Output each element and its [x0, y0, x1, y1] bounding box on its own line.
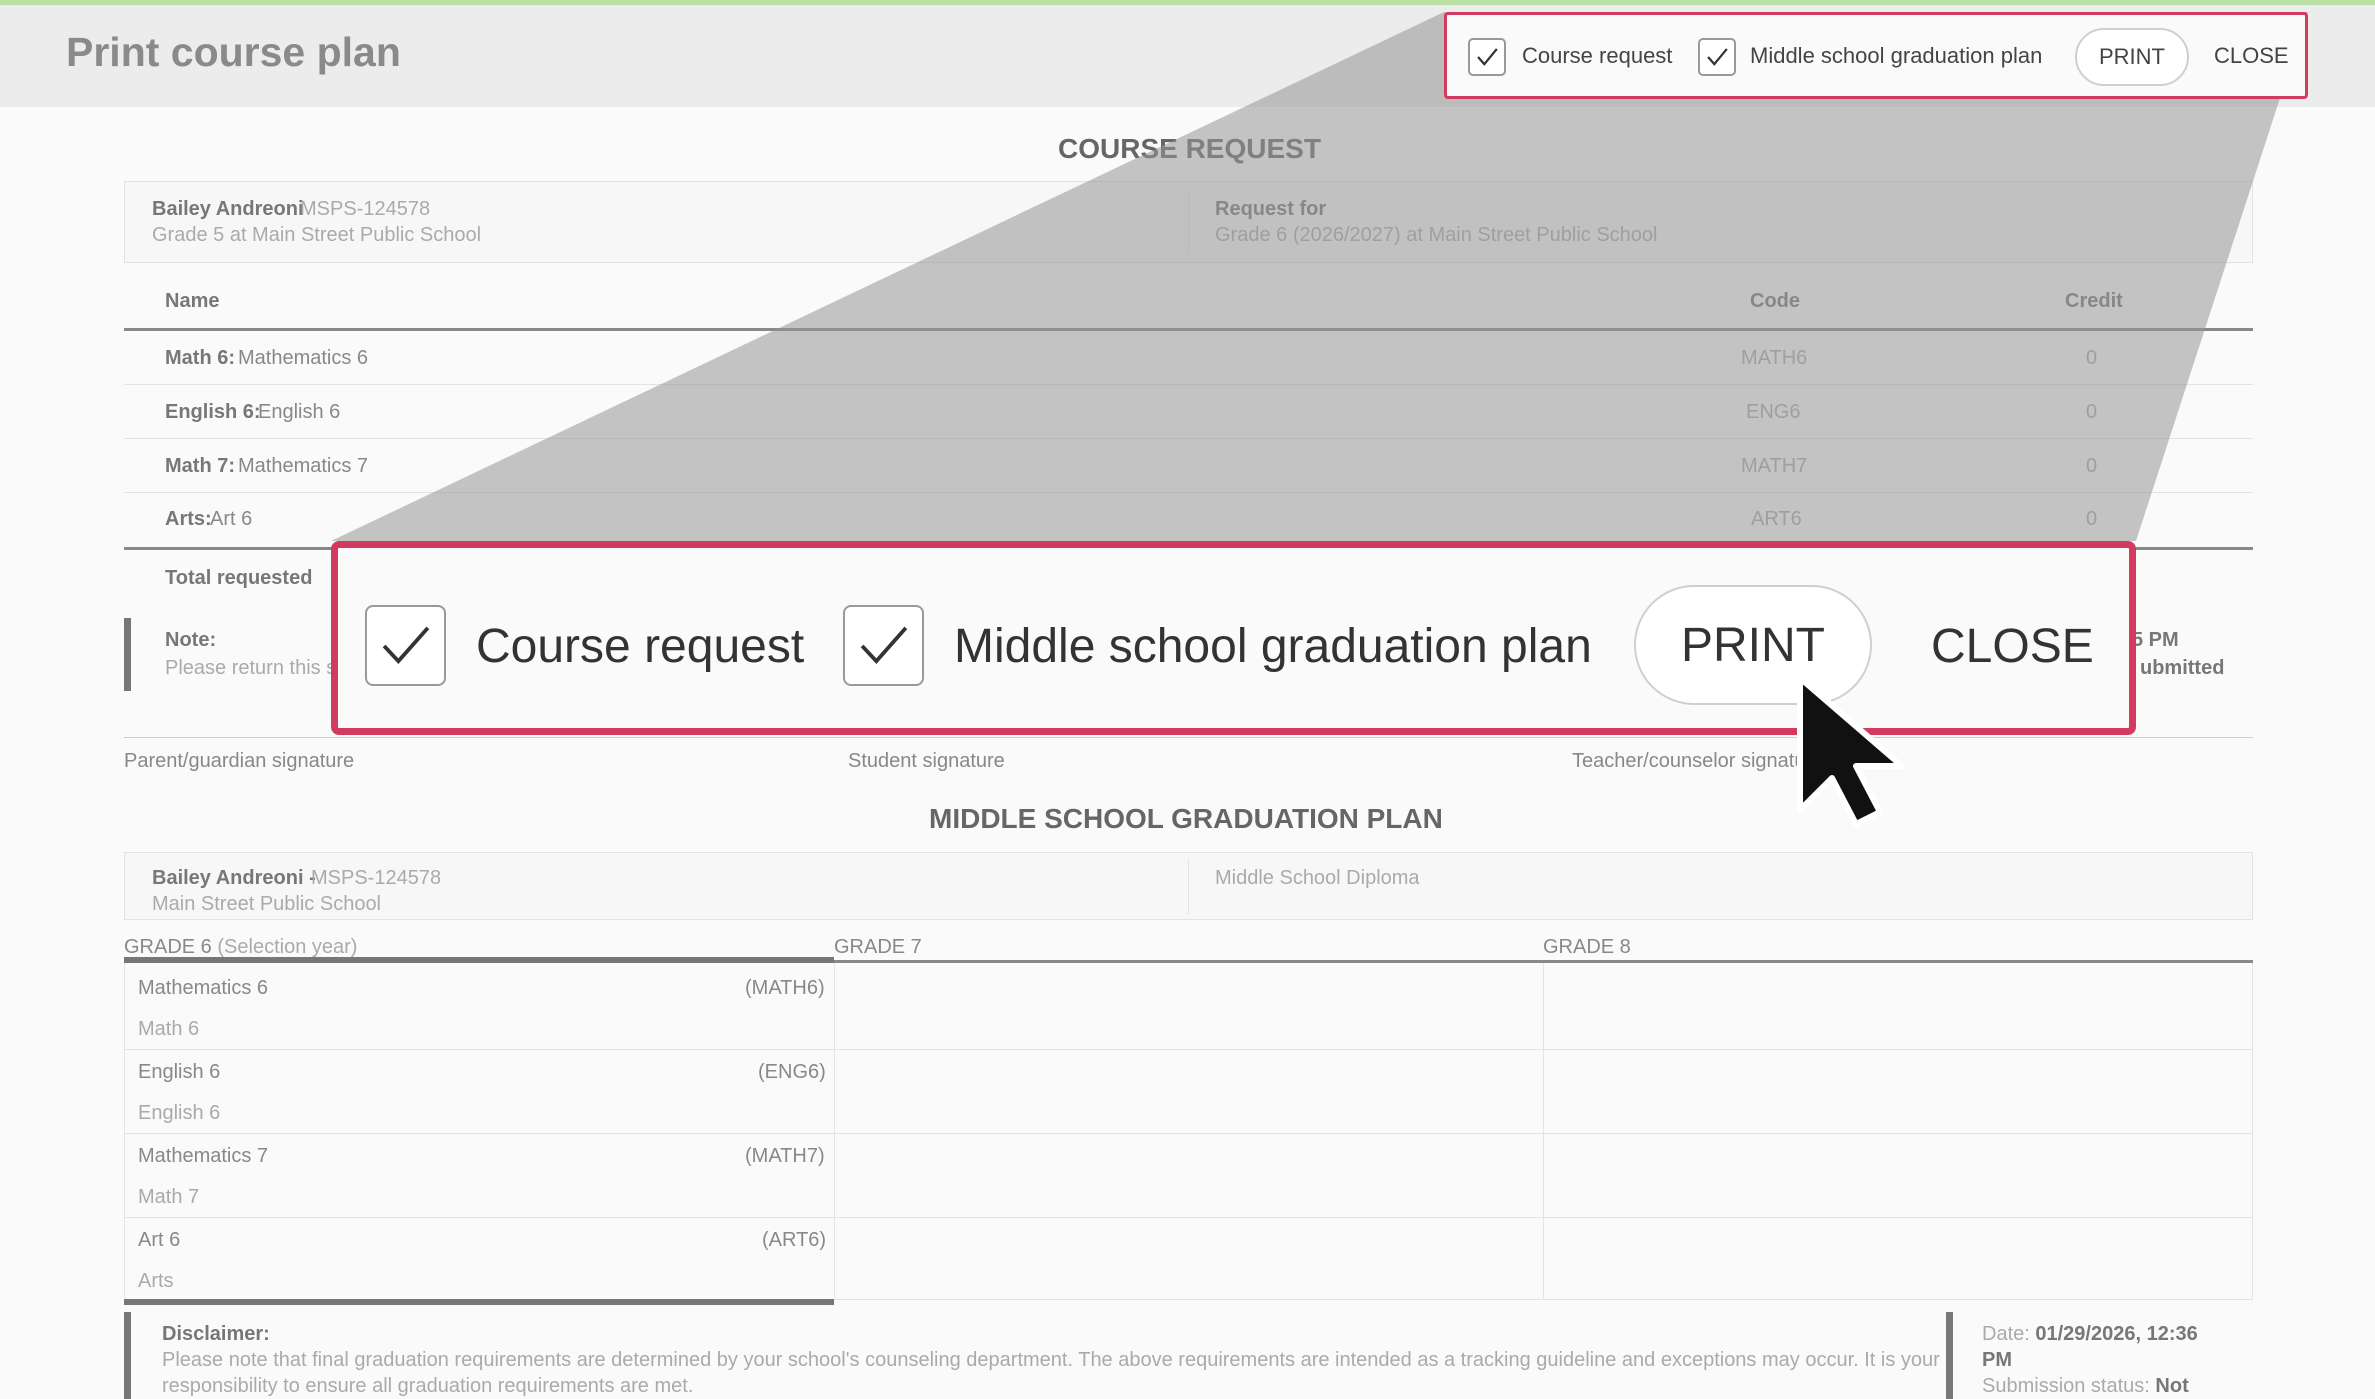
signature-student: Student signature: [848, 750, 1005, 772]
note-label: Note:: [165, 629, 217, 651]
check-icon: [1477, 48, 1498, 66]
grad-school: Main Street Public School: [152, 893, 382, 915]
signature-parent: Parent/guardian signature: [124, 750, 355, 772]
grad-student-id: MSPS-124578: [311, 867, 442, 889]
course-request-title: COURSE REQUEST: [1058, 133, 1321, 164]
page-title: Print course plan: [66, 29, 401, 75]
course-request-checkbox[interactable]: [1468, 38, 1506, 76]
disclaimer-line2: responsibility to ensure all graduation …: [162, 1375, 694, 1397]
check-icon: [382, 626, 430, 665]
graduation-plan-title: MIDDLE SCHOOL GRADUATION PLAN: [929, 803, 1443, 834]
mouse-pointer-icon: [1797, 675, 1905, 827]
zoom-course-request-checkbox[interactable]: [365, 605, 446, 686]
signature-teacher: Teacher/counselor signature: [1572, 750, 1824, 772]
grade-grid: [124, 963, 2253, 1299]
column-header-code: Code: [1750, 290, 1800, 312]
graduation-plan-label[interactable]: Middle school graduation plan: [1750, 43, 2042, 69]
student-grade: Grade 5 at Main Street Public School: [152, 224, 482, 246]
header-controls-highlight: Course request Middle school graduation …: [1444, 12, 2308, 99]
date-bar: [1946, 1312, 1953, 1399]
graduation-info-box: Bailey Andreoni - MSPS-124578 Main Stree…: [124, 852, 2253, 920]
course-request-label[interactable]: Course request: [1522, 43, 1672, 69]
note-bar: [124, 618, 131, 691]
submission-status: Submission status: Not: [1982, 1375, 2189, 1397]
date-line: Date: 01/29/2026, 12:36: [1982, 1323, 2198, 1345]
zoom-graduation-plan-checkbox[interactable]: [843, 605, 924, 686]
note-text: Please return this s: [165, 657, 337, 679]
grade6-label: GRADE 6 (Selection year): [124, 936, 358, 958]
disclaimer-bar: [124, 1312, 131, 1399]
check-icon: [1707, 48, 1728, 66]
total-requested-label: Total requested: [165, 567, 313, 589]
request-for-label: Request for: [1215, 198, 1327, 220]
request-for-value: Grade 6 (2026/2027) at Main Street Publi…: [1215, 224, 1658, 246]
student-name: Bailey Andreoni: [152, 198, 304, 220]
check-icon: [860, 626, 908, 665]
close-button[interactable]: CLOSE: [2214, 43, 2289, 69]
grad-diploma: Middle School Diploma: [1215, 867, 1420, 889]
disclaimer-label: Disclaimer:: [162, 1323, 270, 1345]
print-button[interactable]: PRINT: [2075, 28, 2189, 86]
column-header-name: Name: [165, 290, 220, 312]
date-line-2: PM: [1982, 1349, 2012, 1371]
note-right-1: 5 PM: [2132, 629, 2179, 651]
grade8-label: GRADE 8: [1543, 936, 1631, 958]
grad-student-name: Bailey Andreoni -: [152, 867, 316, 889]
note-right-2: ubmitted: [2140, 657, 2225, 679]
column-header-credit: Credit: [2065, 290, 2123, 312]
zoom-graduation-plan-label[interactable]: Middle school graduation plan: [954, 619, 1592, 674]
grade7-label: GRADE 7: [834, 936, 922, 958]
zoom-course-request-label[interactable]: Course request: [476, 619, 804, 674]
student-info-box: Bailey Andreoni MSPS-124578 Grade 5 at M…: [124, 181, 2253, 263]
graduation-plan-checkbox[interactable]: [1698, 38, 1736, 76]
student-id: MSPS-124578: [300, 198, 431, 220]
zoom-close-button[interactable]: CLOSE: [1931, 619, 2094, 674]
disclaimer-line1: Please note that final graduation requir…: [162, 1349, 1940, 1371]
